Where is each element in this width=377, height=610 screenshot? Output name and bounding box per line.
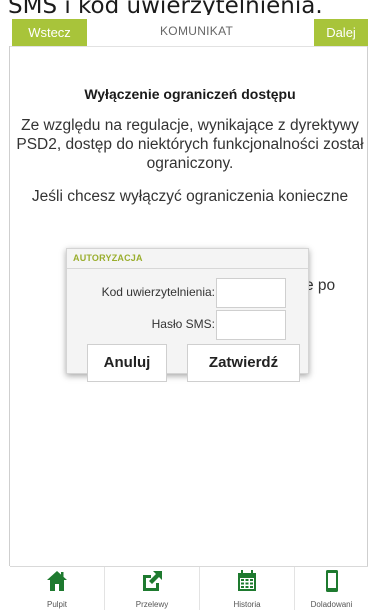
calendar-icon bbox=[238, 570, 256, 591]
cancel-button[interactable]: Anuluj bbox=[87, 344, 167, 382]
page-title: Komunikat bbox=[160, 24, 234, 38]
nav-item-historia[interactable]: Historia bbox=[200, 567, 295, 610]
nav-label-doladowania: Doladowani bbox=[310, 600, 353, 609]
frame-left-border bbox=[9, 46, 10, 566]
overlay-caption: SMS i kod uwierzytelnienia. bbox=[8, 0, 323, 15]
message-paragraph-2: Jeśli chcesz wyłączyć ograniczenia konie… bbox=[31, 188, 349, 205]
authorization-dialog: Autoryzacja Kod uwierzytelnienia: Hasło … bbox=[66, 248, 310, 382]
code-row: Kod uwierzytelnienia: bbox=[67, 277, 310, 308]
sms-password-input[interactable] bbox=[216, 310, 286, 340]
nav-item-przelewy[interactable]: Przelewy bbox=[105, 567, 200, 610]
code-label: Kod uwierzytelnienia: bbox=[101, 285, 215, 299]
top-bar: Wstecz Komunikat Dalej bbox=[10, 16, 368, 47]
nav-item-doladowania[interactable]: Doladowani bbox=[295, 567, 368, 610]
next-button[interactable]: Dalej bbox=[314, 19, 368, 46]
nav-label-pulpit: Pulpit bbox=[46, 600, 67, 609]
nav-label-historia: Historia bbox=[233, 600, 261, 609]
nav-item-pulpit[interactable]: Pulpit bbox=[10, 567, 105, 610]
back-button[interactable]: Wstecz bbox=[12, 19, 87, 46]
message-content: Wyłączenie ograniczeń dostępu Ze względu… bbox=[12, 86, 368, 206]
message-title: Wyłączenie ograniczeń dostępu bbox=[84, 86, 296, 102]
phone-icon bbox=[325, 570, 338, 592]
message-paragraph-1: Ze względu na regulacje, wynikające z dy… bbox=[16, 117, 364, 172]
transfer-icon bbox=[143, 571, 162, 591]
bottom-navigation: Pulpit Przelewy Historia Doladowani bbox=[10, 566, 368, 610]
page: SMS i kod uwierzytelnienia. Wstecz Komun… bbox=[0, 0, 377, 610]
nav-label-przelewy: Przelewy bbox=[135, 600, 169, 609]
sms-label: Hasło SMS: bbox=[151, 317, 215, 331]
dialog-title: Autoryzacja bbox=[67, 249, 308, 269]
confirm-button[interactable]: Zatwierdź bbox=[187, 344, 300, 382]
auth-code-input[interactable] bbox=[216, 278, 286, 308]
sms-row: Hasło SMS: bbox=[67, 309, 310, 340]
home-icon bbox=[47, 571, 67, 591]
